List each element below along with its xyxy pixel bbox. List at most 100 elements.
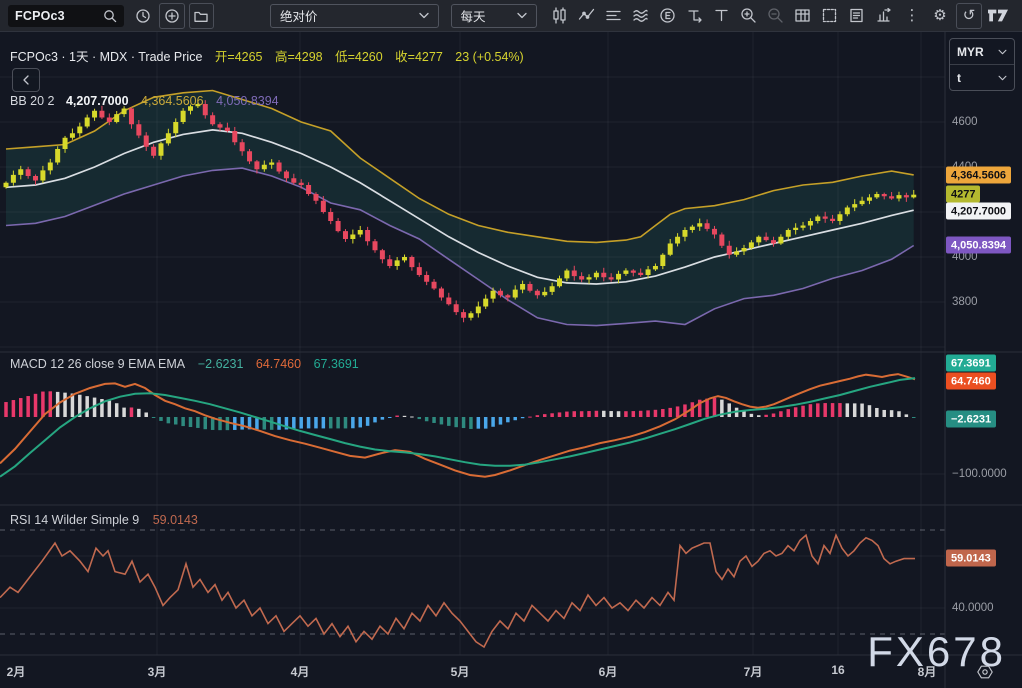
macd-legend: MACD 12 26 close 9 EMA EMA −2.6231 64.74… — [10, 357, 359, 371]
macd-histogram-bar — [772, 413, 776, 417]
macd-histogram-bar — [565, 412, 569, 417]
legend-close: 收=4277 — [395, 50, 443, 64]
candle-body — [705, 223, 710, 229]
zoom-out-icon[interactable] — [765, 4, 786, 28]
text-icon[interactable] — [711, 4, 732, 28]
macd-histogram-bar — [609, 411, 613, 417]
candle-body — [350, 235, 355, 240]
candle-body — [18, 169, 23, 175]
candle-body — [550, 286, 555, 292]
clock-icon[interactable] — [132, 4, 155, 28]
candle-body — [373, 241, 378, 250]
macd-histogram-bar — [336, 417, 340, 428]
candle-body — [756, 237, 761, 243]
macd-histogram-bar — [809, 404, 813, 417]
candle-body — [321, 201, 326, 212]
chevron-down-icon — [517, 12, 527, 19]
candle-body — [92, 111, 97, 118]
macd-histogram-bar — [358, 417, 362, 427]
folder-icon[interactable] — [189, 3, 214, 29]
macd-histogram-bar — [528, 417, 532, 418]
rsi-title: RSI 14 Wilder Simple 9 — [10, 513, 139, 527]
candle-body — [638, 273, 643, 275]
candle-body — [432, 282, 437, 289]
candle-body — [210, 115, 215, 124]
settings-gear-icon[interactable]: ⚙ — [928, 4, 952, 28]
interval-select[interactable]: 每天 — [451, 4, 537, 28]
screenshot-icon[interactable] — [819, 4, 840, 28]
candle-body — [151, 147, 156, 156]
candle-body — [904, 195, 909, 197]
candle-body — [48, 163, 53, 171]
time-tick-label: 16 — [831, 663, 844, 677]
bb-legend: BB 20 2 4,207.7000 4,364.5606 4,050.8394 — [10, 94, 279, 108]
toolbar-right-group: ⋮ ⚙ ↺ — [900, 3, 1014, 29]
candle-body — [505, 295, 510, 297]
unit-select[interactable]: t — [950, 65, 1014, 90]
table-icon[interactable] — [792, 4, 813, 28]
zoom-in-icon[interactable] — [738, 4, 759, 28]
candle-body — [262, 165, 267, 170]
axis-tick-label: 4600 — [952, 116, 978, 128]
macd-histogram-bar — [617, 411, 621, 417]
candle-body — [173, 122, 178, 133]
compare-icon[interactable] — [603, 4, 624, 28]
bb-lower-value: 4,050.8394 — [216, 94, 279, 108]
macd-histogram-bar — [41, 392, 45, 417]
symbol-search-input[interactable]: FCPOc3 — [8, 5, 124, 27]
add-circle-icon[interactable] — [159, 3, 184, 29]
candle-body — [99, 111, 104, 118]
chart-export-icon[interactable] — [873, 4, 894, 28]
reset-icon[interactable]: ↺ — [956, 3, 982, 29]
e-circle-icon[interactable] — [657, 4, 678, 28]
candle-body — [277, 163, 282, 172]
macd-histogram-bar — [632, 411, 636, 417]
candle-body — [837, 214, 842, 221]
candle-body — [609, 277, 614, 279]
macd-histogram-bar — [152, 417, 156, 418]
axis-value-badge: 4,207.7000 — [946, 203, 1011, 220]
notes-icon[interactable] — [846, 4, 867, 28]
tradingview-logo[interactable] — [986, 4, 1010, 28]
unit-label: t — [957, 71, 961, 85]
macd-histogram-bar — [366, 417, 370, 426]
axis-value-badge: 4,364.5606 — [946, 167, 1011, 184]
macd-histogram-bar — [12, 400, 16, 417]
macd-histogram-bar — [130, 407, 134, 417]
macd-histogram-bar — [167, 417, 171, 423]
candle-body — [594, 273, 599, 278]
rsi-value: 59.0143 — [153, 513, 198, 527]
more-options-icon[interactable]: ⋮ — [900, 4, 924, 28]
legend-high: 高=4298 — [275, 50, 323, 64]
indicators-icon[interactable] — [576, 4, 597, 28]
candle-body — [771, 240, 776, 243]
measure-icon[interactable] — [684, 4, 705, 28]
macd-histogram-bar — [447, 417, 451, 426]
macd-histogram-bar — [587, 411, 591, 417]
macd-histogram-bar — [521, 417, 525, 418]
candle-body — [830, 219, 835, 221]
axis-value-badge: 67.3691 — [946, 355, 996, 372]
macd-histogram-bar — [868, 405, 872, 417]
macd-histogram-bar — [543, 414, 547, 417]
macd-histogram-bar — [713, 398, 717, 417]
candle-body — [778, 237, 783, 244]
currency-select[interactable]: MYR — [950, 39, 1014, 65]
macd-histogram-bar — [558, 412, 562, 417]
macd-histogram-bar — [137, 409, 141, 417]
axis-value-badge: 4,050.8394 — [946, 237, 1011, 254]
macd-histogram-bar — [425, 417, 429, 421]
macd-histogram-bar — [469, 417, 473, 429]
currency-label: MYR — [957, 45, 984, 59]
price-axis[interactable]: MYR t 4600440040003800−100.000040.00004,… — [945, 0, 1022, 688]
candles-icon[interactable] — [549, 4, 570, 28]
waves-icon[interactable] — [630, 4, 651, 28]
collapse-legend-button[interactable] — [12, 68, 40, 92]
time-tick-label: 6月 — [599, 663, 618, 680]
chevron-down-icon — [998, 49, 1007, 55]
price-mode-select[interactable]: 绝对价 — [270, 4, 439, 28]
axis-tick-label: 3800 — [952, 296, 978, 308]
candle-body — [815, 217, 820, 222]
candle-body — [882, 194, 887, 196]
axis-tick-label: 40.0000 — [952, 602, 994, 614]
